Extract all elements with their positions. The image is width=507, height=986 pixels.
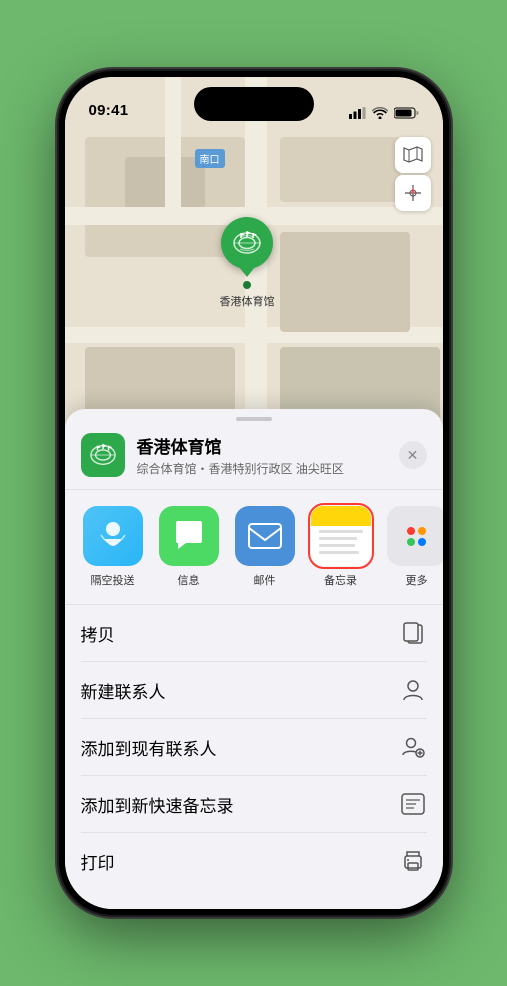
- venue-icon: [81, 433, 125, 477]
- pin-dot: [243, 281, 251, 289]
- phone-screen: 09:41: [65, 77, 443, 909]
- share-label-mail: 邮件: [254, 572, 276, 588]
- close-button[interactable]: ✕: [399, 441, 427, 469]
- action-list: 拷贝 新建联系人: [65, 605, 443, 889]
- venue-info: 香港体育馆 综合体育馆・香港特别行政区 油尖旺区: [137, 433, 387, 477]
- share-row: 隔空投送 信息: [65, 490, 443, 605]
- notes-icon: [311, 506, 371, 566]
- person-add-icon: [399, 733, 427, 761]
- phone-frame: 09:41: [59, 71, 449, 915]
- quick-notes-icon: [399, 790, 427, 818]
- copy-icon: [399, 619, 427, 647]
- status-icons: [349, 107, 419, 119]
- venue-name: 香港体育馆: [137, 433, 387, 458]
- action-new-contact-label: 新建联系人: [81, 678, 166, 703]
- more-dots-row1: [407, 527, 426, 535]
- pin-label: 香港体育馆: [220, 293, 275, 309]
- signal-icon: [349, 107, 366, 119]
- location-button[interactable]: [395, 175, 431, 211]
- messages-symbol: [172, 519, 206, 553]
- mail-symbol: [247, 522, 283, 550]
- messages-icon: [159, 506, 219, 566]
- mail-icon: [235, 506, 295, 566]
- battery-icon: [394, 107, 419, 119]
- print-icon: [399, 847, 427, 875]
- stadium-icon: [232, 229, 262, 257]
- share-item-messages[interactable]: 信息: [157, 506, 221, 588]
- action-print[interactable]: 打印: [81, 833, 427, 889]
- action-copy-label: 拷贝: [81, 621, 115, 646]
- action-print-label: 打印: [81, 849, 115, 874]
- status-time: 09:41: [89, 102, 129, 119]
- airdrop-symbol: [97, 519, 129, 553]
- more-dots-row2: [407, 538, 426, 546]
- share-label-airdrop: 隔空投送: [91, 572, 135, 588]
- share-label-messages: 信息: [178, 572, 200, 588]
- share-item-mail[interactable]: 邮件: [233, 506, 297, 588]
- notes-icon-wrapper: [311, 506, 371, 566]
- action-new-contact[interactable]: 新建联系人: [81, 662, 427, 719]
- more-icon: [387, 506, 443, 566]
- action-add-existing[interactable]: 添加到现有联系人: [81, 719, 427, 776]
- venue-stadium-icon: [89, 442, 117, 468]
- share-item-airdrop[interactable]: 隔空投送: [81, 506, 145, 588]
- action-add-notes[interactable]: 添加到新快速备忘录: [81, 776, 427, 833]
- action-add-existing-label: 添加到现有联系人: [81, 735, 217, 760]
- bottom-sheet: 香港体育馆 综合体育馆・香港特别行政区 油尖旺区 ✕: [65, 409, 443, 909]
- share-item-more[interactable]: 更多: [385, 506, 443, 588]
- map-label: 南口: [195, 149, 225, 168]
- wifi-icon: [372, 107, 388, 119]
- venue-desc: 综合体育馆・香港特别行政区 油尖旺区: [137, 460, 387, 477]
- share-item-notes[interactable]: 备忘录: [309, 506, 373, 588]
- map-type-icon: [403, 145, 423, 165]
- pin-circle: [221, 217, 273, 269]
- venue-header: 香港体育馆 综合体育馆・香港特别行政区 油尖旺区 ✕: [65, 421, 443, 490]
- compass-icon: [404, 184, 422, 202]
- action-copy[interactable]: 拷贝: [81, 605, 427, 662]
- map-type-button[interactable]: [395, 137, 431, 173]
- airdrop-icon: [83, 506, 143, 566]
- share-label-more: 更多: [406, 572, 428, 588]
- action-add-notes-label: 添加到新快速备忘录: [81, 792, 234, 817]
- map-controls: [395, 137, 431, 211]
- stadium-pin[interactable]: 香港体育馆: [220, 217, 275, 309]
- dynamic-island: [194, 87, 314, 121]
- share-label-notes: 备忘录: [324, 572, 357, 588]
- person-icon: [399, 676, 427, 704]
